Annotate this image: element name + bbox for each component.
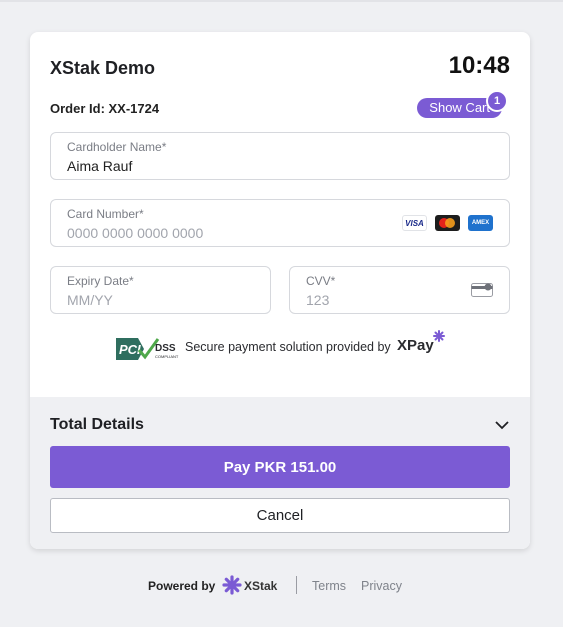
pci-dss-logo-icon: PCI DSS COMPLIANT <box>116 338 179 360</box>
security-row: PCI DSS COMPLIANT Secure payment solutio… <box>30 330 530 364</box>
xstak-logo-icon <box>222 575 242 595</box>
xpay-star-icon <box>433 330 445 342</box>
chevron-down-icon[interactable] <box>494 417 510 433</box>
session-timer: 10:48 <box>448 52 510 79</box>
cvv-input[interactable] <box>306 292 486 308</box>
total-details-title: Total Details <box>50 416 144 433</box>
pay-button[interactable]: Pay PKR 151.00 <box>50 446 510 488</box>
security-text: Secure payment solution provided by <box>185 340 391 354</box>
cardholder-name-input[interactable] <box>67 158 367 174</box>
svg-text:COMPLIANT: COMPLIANT <box>155 354 179 359</box>
merchant-name: XStak Demo <box>50 58 156 78</box>
terms-link[interactable]: Terms <box>312 579 346 593</box>
expiry-date-input[interactable] <box>67 292 247 308</box>
checkout-card: XStak Demo 10:48 Order Id: XX-1724 Show … <box>30 32 530 549</box>
xstak-brand-name: XStak <box>244 579 278 593</box>
checkout-header: XStak Demo 10:48 <box>50 52 510 92</box>
expiry-date-label: Expiry Date* <box>67 274 134 288</box>
expiry-date-field[interactable]: Expiry Date* <box>50 266 271 314</box>
show-cart-button[interactable]: Show Cart 1 <box>417 90 508 118</box>
cardholder-name-label: Cardholder Name* <box>67 140 167 154</box>
svg-text:PCI: PCI <box>119 342 141 357</box>
powered-by-text: Powered by <box>148 579 216 593</box>
footer: Powered by XStak Terms Privacy <box>0 574 563 598</box>
cvv-label: CVV* <box>306 274 336 288</box>
cancel-button[interactable]: Cancel <box>50 498 510 533</box>
cart-count-badge: 1 <box>486 90 508 112</box>
order-id: Order Id: XX-1724 <box>50 101 160 116</box>
mastercard-icon <box>435 215 460 231</box>
card-number-label: Card Number* <box>67 207 144 221</box>
xpay-brand: XPay <box>397 337 434 354</box>
order-row: Order Id: XX-1724 Show Cart 1 <box>50 90 510 122</box>
visa-icon: VISA <box>402 215 427 231</box>
top-divider <box>0 0 563 2</box>
footer-divider <box>296 576 297 594</box>
cvv-field[interactable]: CVV* <box>289 266 510 314</box>
cardholder-name-field[interactable]: Cardholder Name* <box>50 132 510 180</box>
cvv-card-icon <box>471 283 493 297</box>
card-number-field[interactable]: Card Number* VISA AMEX <box>50 199 510 247</box>
amex-icon: AMEX <box>468 215 493 231</box>
card-number-input[interactable] <box>67 225 367 241</box>
card-brands: VISA AMEX <box>402 215 493 231</box>
privacy-link[interactable]: Privacy <box>361 579 402 593</box>
svg-text:DSS: DSS <box>155 343 176 354</box>
total-details-section: Total Details Pay PKR 151.00 Cancel <box>30 397 530 549</box>
show-cart-label: Show Cart <box>429 100 490 115</box>
